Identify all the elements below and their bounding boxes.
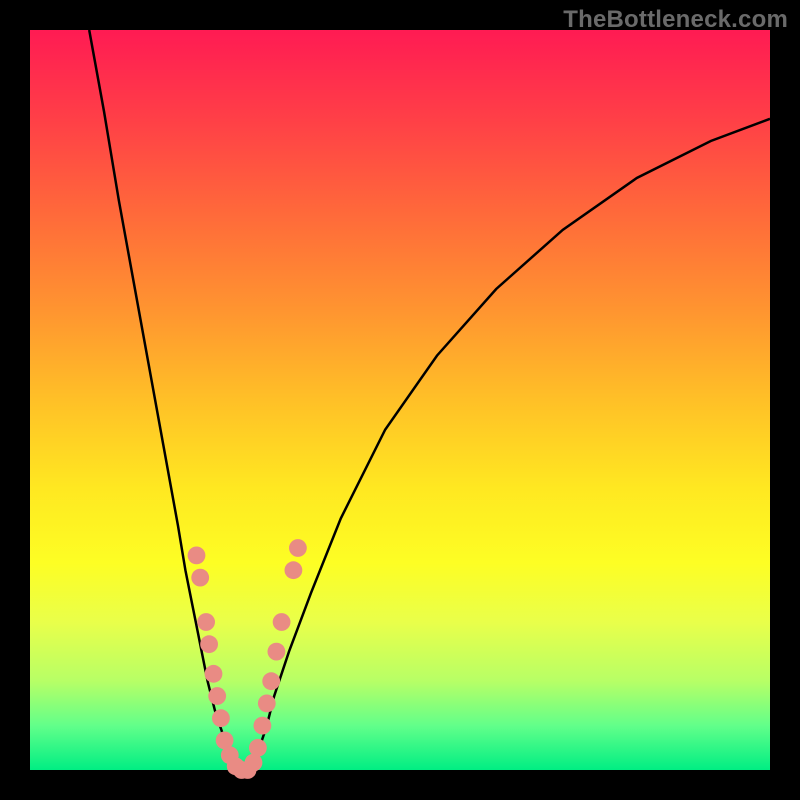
chart-svg [30, 30, 770, 770]
plot-area [30, 30, 770, 770]
watermark-text: TheBottleneck.com [563, 6, 788, 34]
highlight-dot [262, 672, 280, 690]
highlight-dot [258, 695, 276, 713]
highlight-dot [273, 613, 291, 631]
highlight-dot [289, 539, 307, 557]
highlight-dot [205, 665, 223, 683]
highlight-dot [249, 739, 267, 757]
highlight-dot [191, 569, 209, 587]
highlight-dot [212, 709, 230, 727]
highlight-dot [268, 643, 286, 661]
highlight-dot [200, 635, 218, 653]
highlight-dot [285, 561, 303, 579]
curve-group [89, 30, 770, 770]
highlight-dot [254, 717, 272, 735]
chart-frame: TheBottleneck.com [0, 0, 800, 800]
curve-left_branch [89, 30, 237, 770]
highlight-dot [188, 547, 206, 565]
curve-right_branch [252, 119, 770, 770]
dot-group [188, 539, 307, 779]
highlight-dot [208, 687, 226, 705]
highlight-dot [197, 613, 215, 631]
